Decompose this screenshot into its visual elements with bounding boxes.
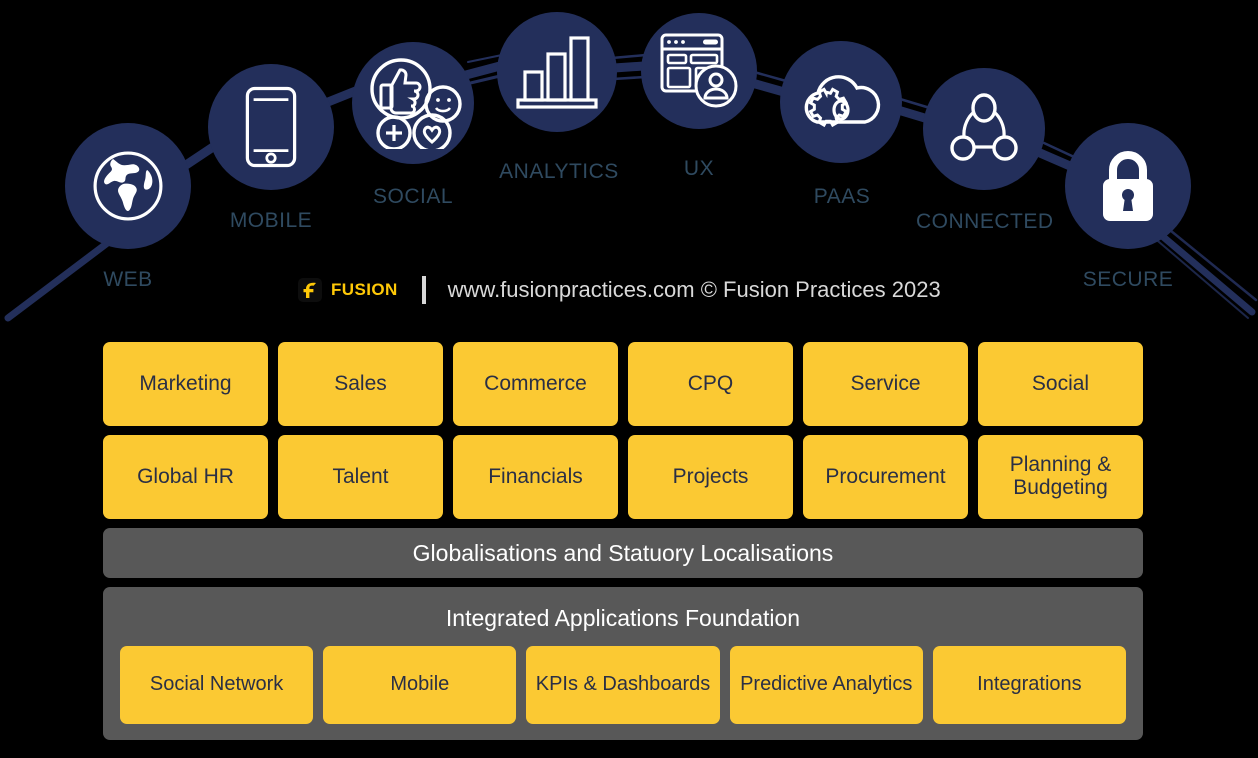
brand-divider: [421, 276, 426, 304]
tile-procurement[interactable]: Procurement: [803, 435, 968, 519]
node-mobile[interactable]: [208, 64, 334, 190]
node-label-web: WEB: [103, 268, 153, 291]
node-paas[interactable]: [780, 41, 902, 163]
tile-sales[interactable]: Sales: [278, 342, 443, 426]
node-label-paas: PAAS: [813, 185, 871, 208]
tile-cpq[interactable]: CPQ: [628, 342, 793, 426]
node-label-secure: SECURE: [1082, 268, 1174, 291]
tile-social-network[interactable]: Social Network: [120, 646, 314, 724]
foundation-tiles-row: Social Network Mobile KPIs & Dashboards …: [120, 646, 1127, 724]
integrated-applications-foundation: Integrated Applications Foundation Socia…: [103, 587, 1143, 740]
tile-integrations[interactable]: Integrations: [932, 646, 1127, 724]
tile-marketing[interactable]: Marketing: [103, 342, 268, 426]
tile-social[interactable]: Social: [978, 342, 1143, 426]
cloud-gear-icon: [795, 64, 887, 140]
node-analytics[interactable]: [497, 12, 617, 132]
bar-chart-icon: [515, 32, 599, 112]
tile-talent[interactable]: Talent: [278, 435, 443, 519]
fusion-wordmark: FUSION: [331, 280, 398, 299]
application-stack: Marketing Sales Commerce CPQ Service Soc…: [103, 342, 1143, 740]
padlock-icon: [1095, 148, 1161, 224]
browser-user-icon: [658, 31, 740, 111]
node-ux[interactable]: [641, 13, 757, 129]
node-label-connected: CONNECTED: [916, 210, 1054, 233]
node-secure[interactable]: [1065, 123, 1191, 249]
stack-row-front-office: Marketing Sales Commerce CPQ Service Soc…: [103, 342, 1143, 426]
node-connected[interactable]: [923, 68, 1045, 190]
globe-icon: [89, 147, 167, 225]
node-label-mobile: MOBILE: [229, 209, 313, 232]
tile-kpis-dashboards[interactable]: KPIs & Dashboards: [526, 646, 720, 724]
smartphone-icon: [243, 86, 299, 168]
node-label-analytics: ANALYTICS: [499, 160, 619, 183]
node-social[interactable]: [352, 42, 474, 164]
tile-global-hr[interactable]: Global HR: [103, 435, 268, 519]
tile-predictive-analytics[interactable]: Predictive Analytics: [729, 646, 923, 724]
node-label-ux: UX: [683, 157, 715, 180]
stack-row-back-office: Global HR Talent Financials Projects Pro…: [103, 435, 1143, 519]
tile-commerce[interactable]: Commerce: [453, 342, 618, 426]
tile-service[interactable]: Service: [803, 342, 968, 426]
tile-projects[interactable]: Projects: [628, 435, 793, 519]
node-label-social: SOCIAL: [372, 185, 454, 208]
band-globalisations: Globalisations and Statuory Localisation…: [103, 528, 1143, 578]
thumbs-up-social-icon: [363, 57, 463, 149]
tile-mobile[interactable]: Mobile: [323, 646, 517, 724]
tile-financials[interactable]: Financials: [453, 435, 618, 519]
network-nodes-icon: [946, 93, 1022, 165]
foundation-title: Integrated Applications Foundation: [445, 605, 801, 631]
tile-planning-budgeting[interactable]: Planning & Budgeting: [978, 435, 1143, 519]
fusion-f-logo-icon: [298, 278, 322, 302]
brand-copyright-text: www.fusionpractices.com © Fusion Practic…: [447, 277, 941, 302]
node-web[interactable]: [65, 123, 191, 249]
capability-arc-section: WEB MOBILE SOCIAL ANALYTICS UX PAAS CONN…: [0, 0, 1258, 330]
brand-footer-line: FUSION www.fusionpractices.com © Fusion …: [298, 272, 941, 308]
